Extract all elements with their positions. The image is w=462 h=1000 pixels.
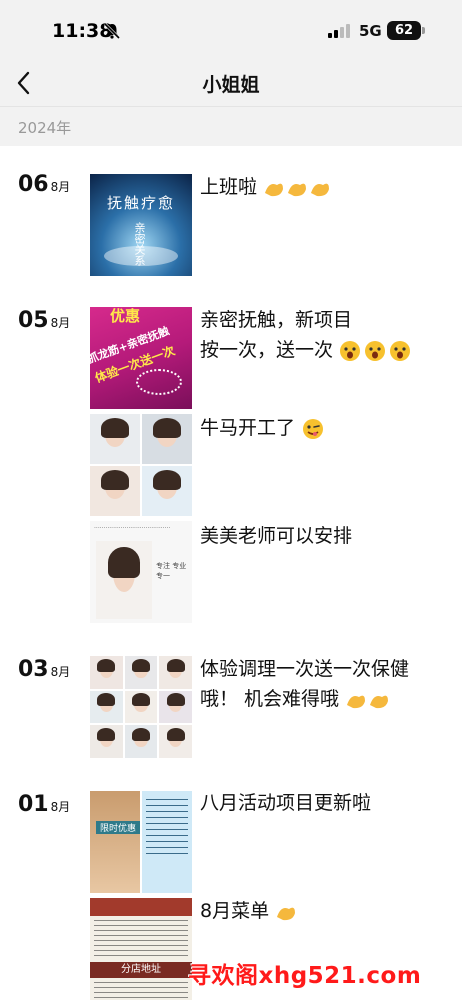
post-date: 01 8月 (18, 792, 71, 817)
post-image[interactable]: 抚触疗愈 亲密关系 (90, 174, 192, 276)
post-date: 05 8月 (18, 308, 71, 333)
flex-arm-emoji-icon (347, 695, 389, 708)
bell-muted-icon (103, 22, 121, 40)
status-bar: 11:38 5G 62 (0, 0, 462, 62)
battery-cap (422, 27, 425, 34)
post-text[interactable]: 美美老师可以安排 (200, 521, 450, 551)
page-title: 小姐姐 (202, 74, 260, 96)
post-text[interactable]: 八月活动项目更新啦 (200, 788, 450, 818)
network-type: 5G (359, 22, 382, 40)
post-image[interactable] (90, 656, 192, 758)
post-text[interactable]: 8月菜单 (200, 896, 450, 926)
flex-arm-emoji-icon (265, 183, 330, 196)
year-header: 2024年 (0, 106, 462, 146)
flex-arm-emoji-icon (277, 907, 296, 920)
post-image[interactable]: 分店地址 (90, 898, 192, 1000)
post-image-caption: 抚触疗愈 (106, 194, 175, 212)
post-image[interactable]: 限时优惠 (90, 791, 192, 893)
battery-indicator: 62 (387, 21, 421, 40)
post-date: 06 8月 (18, 172, 71, 197)
watermark-text: 寻欢阁xhg521.com (188, 963, 422, 989)
wink-face-emoji-icon (303, 418, 324, 439)
year-label: 2024年 (18, 119, 72, 137)
signal-icon (328, 24, 352, 38)
post-image[interactable] (90, 414, 192, 516)
post-image[interactable]: 优惠 抓龙筋+亲密抚触 体验一次送一次 (90, 307, 192, 409)
post-text[interactable]: 牛马开工了 (200, 413, 450, 443)
nav-bar: 小姐姐 (0, 62, 462, 106)
post-text[interactable]: 上班啦 (200, 172, 450, 202)
post-text[interactable]: 亲密抚触，新项目 按一次，送一次 (200, 305, 450, 365)
post-text[interactable]: 体验调理一次送一次保健 哦！ 机会难得哦 (200, 654, 450, 714)
post-image[interactable]: ........................................… (90, 521, 192, 623)
post-date: 03 8月 (18, 657, 71, 682)
surprised-face-emoji-icon (340, 340, 411, 361)
